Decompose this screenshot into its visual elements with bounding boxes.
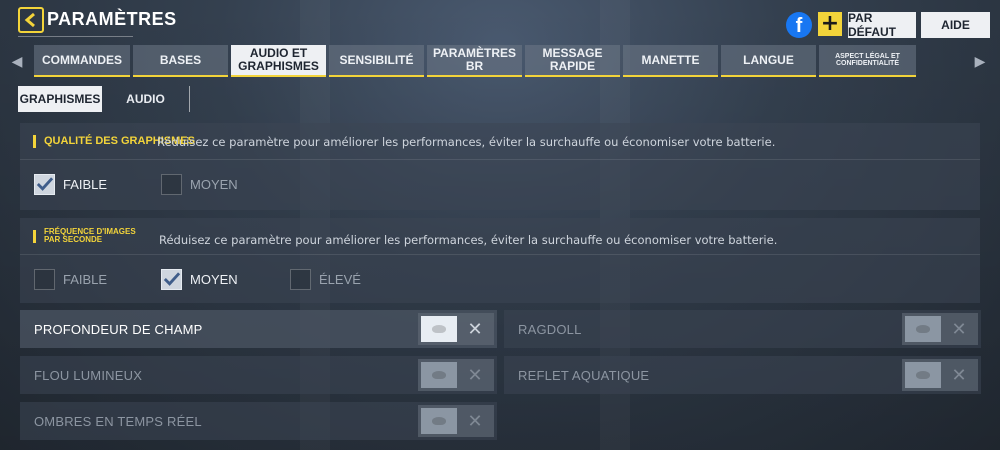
tab-bases[interactable]: BASES: [133, 45, 228, 77]
checkmark-icon: [163, 272, 181, 286]
graphics-quality-description: Réduisez ce paramètre pour améliorer les…: [157, 135, 776, 149]
main-tabs: COMMANDES BASES AUDIO ET GRAPHISMES SENS…: [34, 45, 922, 77]
toggle-row-bloom: FLOU LUMINEUX ✕: [20, 356, 497, 394]
top-bar: PARAMÈTRES f + PAR DÉFAUT AIDE: [0, 0, 1000, 44]
close-icon: ✕: [951, 318, 967, 340]
facebook-icon: f: [795, 15, 803, 37]
subtab-audio[interactable]: AUDIO: [102, 86, 190, 112]
toggle-row-ragdoll: RAGDOLL ✕: [504, 310, 981, 348]
knob-dot-icon: [916, 371, 930, 379]
subtab-graphismes[interactable]: GRAPHISMES: [18, 86, 102, 112]
toggle-knob: [905, 316, 941, 342]
frame-rate-label: FRÉQUENCE D'IMAGES PAR SECONDE: [44, 227, 136, 245]
quality-option-medium[interactable]: MOYEN: [161, 173, 238, 195]
tab-audio-graphismes[interactable]: AUDIO ET GRAPHISMES: [231, 45, 326, 77]
toggle-row-realtime-shadows: OMBRES EN TEMPS RÉEL ✕: [20, 402, 497, 440]
close-icon: ✕: [467, 410, 483, 432]
ragdoll-toggle[interactable]: ✕: [902, 313, 978, 345]
toggle-knob: [421, 362, 457, 388]
caret-right-icon: ▶: [974, 54, 986, 70]
tab-message-rapide[interactable]: MESSAGE RAPIDE: [525, 45, 620, 77]
checkbox-unchecked[interactable]: [161, 173, 182, 195]
checkbox-checked[interactable]: [34, 173, 55, 195]
option-label: FAIBLE: [63, 176, 108, 192]
toggle-label: FLOU LUMINEUX: [34, 368, 143, 383]
frame-rate-panel: FRÉQUENCE D'IMAGES PAR SECONDE Réduisez …: [20, 218, 980, 303]
quality-option-low[interactable]: FAIBLE: [34, 173, 107, 195]
knob-dot-icon: [916, 325, 930, 333]
toggle-label: OMBRES EN TEMPS RÉEL: [34, 414, 202, 429]
close-icon: ✕: [467, 318, 483, 340]
default-button[interactable]: PAR DÉFAUT: [848, 11, 916, 39]
title-underline: [18, 36, 133, 37]
toggle-knob: [421, 316, 457, 342]
realtime-shadows-toggle[interactable]: ✕: [418, 405, 494, 437]
option-label: FAIBLE: [63, 271, 108, 287]
graphics-quality-options: FAIBLE MOYEN: [20, 163, 980, 208]
section-marker: [33, 230, 36, 243]
bloom-toggle[interactable]: ✕: [418, 359, 494, 391]
close-icon: ✕: [951, 364, 967, 386]
fps-option-high[interactable]: ÉLEVÉ: [290, 268, 361, 290]
plus-icon: +: [820, 11, 840, 36]
depth-of-field-toggle[interactable]: ✕: [418, 313, 494, 345]
tabs-scroll-right-button[interactable]: ▶: [973, 53, 987, 71]
fps-option-medium[interactable]: MOYEN: [161, 268, 238, 290]
help-button[interactable]: AIDE: [921, 12, 990, 38]
toggle-label: REFLET AQUATIQUE: [518, 368, 650, 383]
toggle-row-depth-of-field: PROFONDEUR DE CHAMP ✕: [20, 310, 497, 348]
back-button[interactable]: [18, 7, 44, 33]
page-title: PARAMÈTRES: [47, 9, 177, 29]
graphics-quality-header: QUALITÉ DES GRAPHISMES Réduisez ce param…: [20, 123, 980, 160]
facebook-button[interactable]: f: [786, 12, 812, 38]
toggle-knob: [421, 408, 457, 434]
chevron-left-icon: [24, 12, 35, 28]
option-label: MOYEN: [190, 271, 238, 287]
caret-left-icon: ◀: [11, 54, 23, 70]
checkbox-unchecked[interactable]: [290, 268, 311, 290]
knob-dot-icon: [432, 371, 446, 379]
tab-aspect-legal[interactable]: ASPECT LÉGAL ET CONFIDENTIALITÉ: [819, 45, 916, 77]
frame-rate-description: Réduisez ce paramètre pour améliorer les…: [159, 233, 778, 247]
knob-dot-icon: [432, 417, 446, 425]
tab-commandes[interactable]: COMMANDES: [34, 45, 130, 77]
frame-rate-header: FRÉQUENCE D'IMAGES PAR SECONDE Réduisez …: [20, 218, 980, 255]
tab-manette[interactable]: MANETTE: [623, 45, 718, 77]
option-label: MOYEN: [190, 176, 238, 192]
toggle-label: RAGDOLL: [518, 322, 582, 337]
toggle-label: PROFONDEUR DE CHAMP: [34, 322, 203, 337]
sub-tabs: GRAPHISMES AUDIO: [18, 86, 190, 112]
graphics-quality-panel: QUALITÉ DES GRAPHISMES Réduisez ce param…: [20, 123, 980, 210]
fps-option-low[interactable]: FAIBLE: [34, 268, 107, 290]
checkbox-unchecked[interactable]: [34, 268, 55, 290]
checkbox-checked[interactable]: [161, 268, 182, 290]
tab-sensibilite[interactable]: SENSIBILITÉ: [329, 45, 424, 77]
tabs-scroll-left-button[interactable]: ◀: [10, 53, 24, 71]
knob-dot-icon: [432, 325, 446, 333]
add-button[interactable]: +: [818, 12, 842, 36]
section-marker: [33, 135, 36, 148]
checkmark-icon: [36, 177, 54, 191]
option-label: ÉLEVÉ: [319, 271, 361, 287]
tab-langue[interactable]: LANGUE: [721, 45, 816, 77]
close-icon: ✕: [467, 364, 483, 386]
toggle-knob: [905, 362, 941, 388]
tab-parametres-br[interactable]: PARAMÈTRES BR: [427, 45, 522, 77]
toggle-row-water-reflection: REFLET AQUATIQUE ✕: [504, 356, 981, 394]
frame-rate-options: FAIBLE MOYEN ÉLEVÉ: [20, 258, 980, 303]
water-reflection-toggle[interactable]: ✕: [902, 359, 978, 391]
